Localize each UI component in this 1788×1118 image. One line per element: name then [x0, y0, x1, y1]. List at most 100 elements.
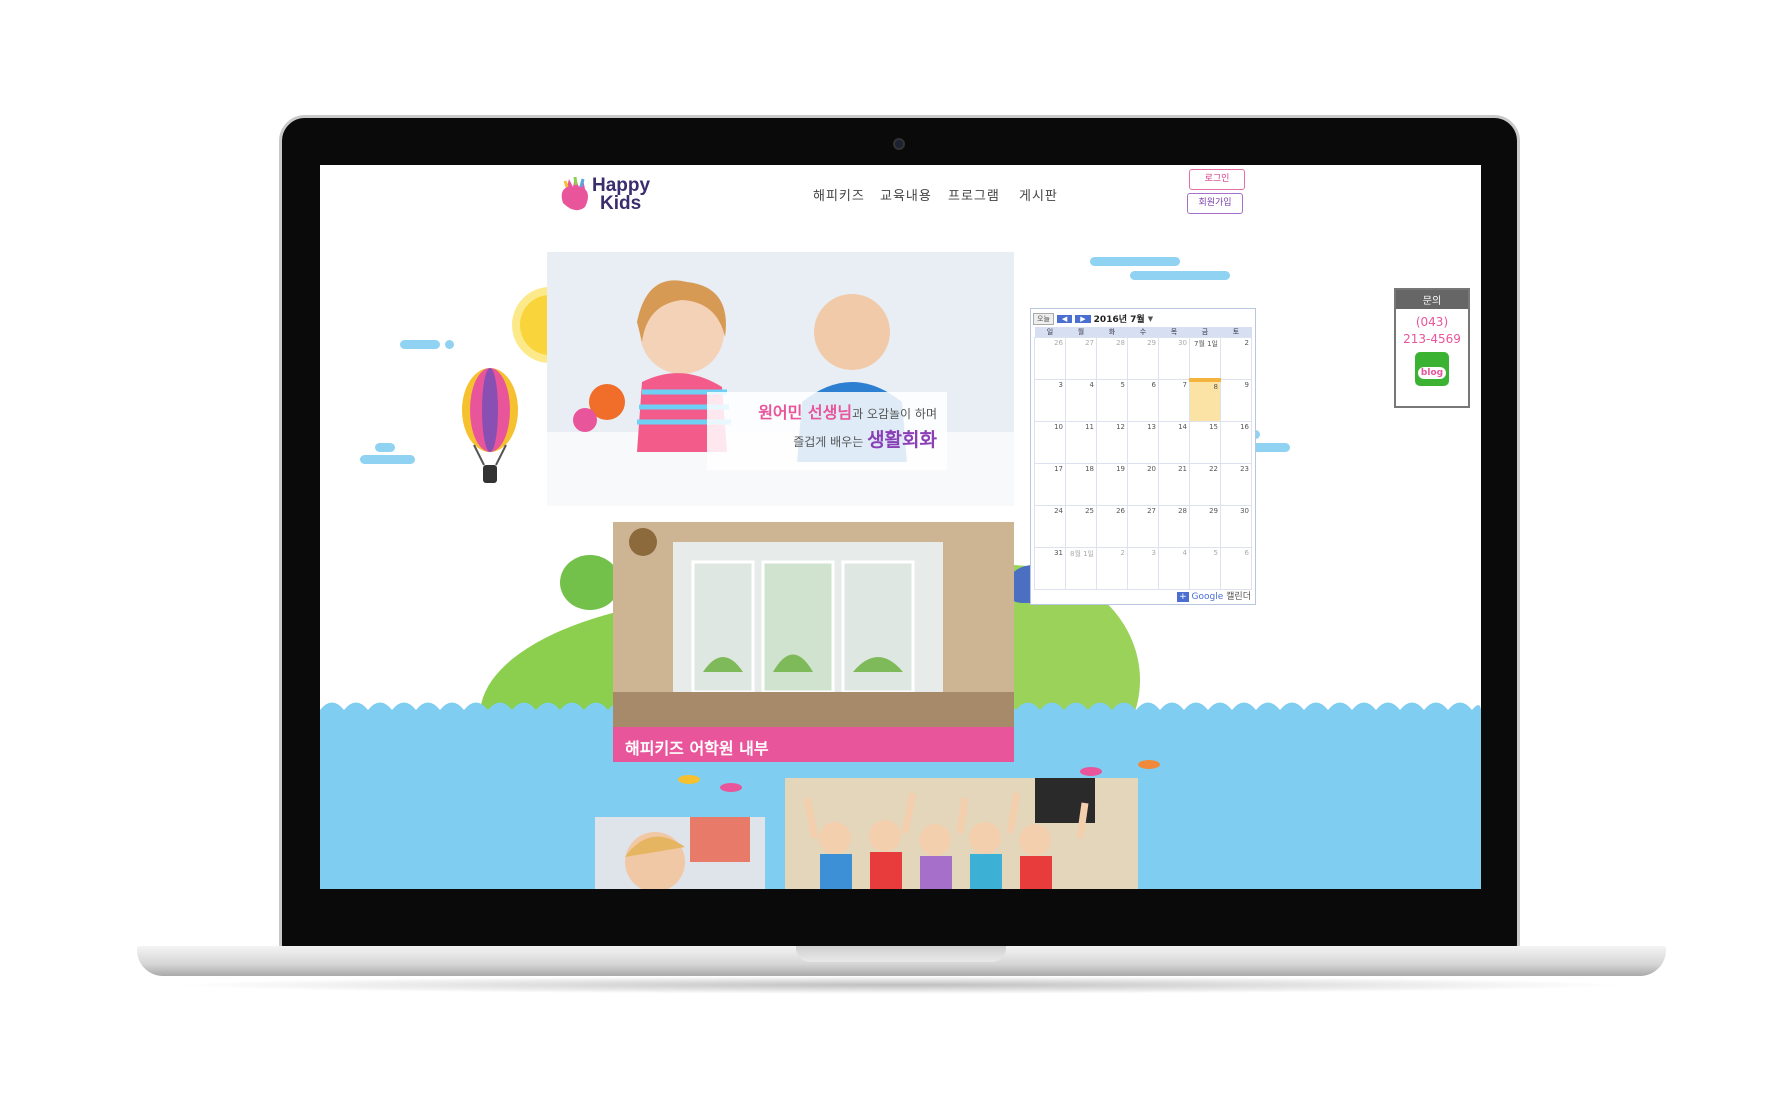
phone-line1: (043)	[1415, 315, 1449, 329]
calendar-day-cell[interactable]: 12	[1096, 421, 1128, 464]
calendar-week-row: 3456789	[1034, 377, 1252, 422]
calendar-day-cell[interactable]: 15	[1189, 421, 1221, 464]
login-button[interactable]: 로그인	[1189, 169, 1245, 190]
calendar-label: 캘린더	[1226, 592, 1251, 602]
google-calendar-widget[interactable]: 오늘 ◀ ▶ 2016년 7월 ▼ 일월화수목금토 26 27 28 29 30 7월 1…	[1030, 308, 1256, 605]
calendar-day-cell[interactable]: 6	[1127, 379, 1159, 422]
calendar-day-cell[interactable]: 29	[1189, 505, 1221, 548]
website-screen: Happy Kids 해피키즈 교육내용 프로그램 게시판 로그인 회원가입 원…	[320, 165, 1481, 889]
interior-caption: 해피키즈 어학원 내부	[613, 727, 1014, 762]
calendar-day-cell[interactable]: 18	[1065, 463, 1097, 506]
calendar-day-cell[interactable]: 9	[1220, 379, 1252, 422]
fish-decoration	[1080, 767, 1102, 776]
calendar-day-cell[interactable]: 17	[1034, 463, 1066, 506]
cloud-decoration	[445, 340, 454, 349]
calendar-day-cell[interactable]: 13	[1127, 421, 1159, 464]
calendar-day-cell[interactable]: 7월 1일	[1189, 337, 1221, 380]
hero-line2-text: 즐겁게 배우는	[793, 435, 864, 449]
calendar-day-cell[interactable]: 8월 1일	[1065, 547, 1097, 590]
hero-line1-highlight: 원어민 선생님	[758, 403, 853, 422]
calendar-month-label[interactable]: 2016년 7월	[1094, 312, 1145, 325]
camera-icon	[893, 138, 905, 150]
google-label: Google	[1191, 592, 1224, 602]
brand-name[interactable]: Happy Kids	[592, 176, 650, 214]
calendar-day-cell[interactable]: 14	[1158, 421, 1190, 464]
hero-banner[interactable]: 원어민 선생님과 오감놀이 하며 즐겁게 배우는 생활회화	[547, 252, 1014, 506]
academy-interior-photo[interactable]	[613, 522, 1014, 762]
calendar-day-cell[interactable]: 7	[1158, 379, 1190, 422]
calendar-prev-button[interactable]: ◀	[1056, 314, 1073, 323]
plus-icon: +	[1177, 592, 1189, 602]
nav-item-education[interactable]: 교육내용	[880, 185, 932, 204]
calendar-weekday: 화	[1096, 327, 1128, 338]
child-image	[625, 817, 750, 889]
cloud-decoration	[400, 340, 440, 349]
calendar-weekday: 수	[1127, 327, 1159, 338]
calendar-day-cell[interactable]: 23	[1220, 463, 1252, 506]
calendar-day-cell[interactable]: 4	[1158, 547, 1190, 590]
calendar-day-cell[interactable]: 16	[1220, 421, 1252, 464]
calendar-week-row: 17 18 19 20 21 22 23	[1034, 463, 1252, 506]
interior-image	[613, 522, 1014, 762]
calendar-day-cell[interactable]: 25	[1065, 505, 1097, 548]
calendar-week-row: 10 11 12 13 14 15 16	[1034, 421, 1252, 464]
calendar-day-cell[interactable]: 31	[1034, 547, 1066, 590]
calendar-day-cell[interactable]: 5	[1189, 547, 1221, 590]
classroom-image	[785, 778, 1138, 889]
google-calendar-footer[interactable]: + Google 캘린더	[1177, 589, 1251, 602]
calendar-weekday: 금	[1189, 327, 1221, 338]
calendar-day-cell[interactable]: 27	[1127, 505, 1159, 548]
calendar-day-cell[interactable]: 19	[1096, 463, 1128, 506]
calendar-day-cell[interactable]: 4	[1065, 379, 1097, 422]
calendar-day-cell[interactable]: 3	[1127, 547, 1159, 590]
hero-line2-highlight: 생활회화	[867, 429, 937, 451]
calendar-day-cell[interactable]: 8	[1189, 377, 1221, 422]
calendar-day-cell[interactable]: 5	[1096, 379, 1128, 422]
calendar-day-cell[interactable]: 28	[1096, 337, 1128, 380]
calendar-day-cell[interactable]: 26	[1096, 505, 1128, 548]
hero-caption: 원어민 선생님과 오감놀이 하며 즐겁게 배우는 생활회화	[707, 392, 947, 470]
calendar-grid: 일월화수목금토 26 27 28 29 30 7월 1일 2 3 4 5 6 7 8 9 10 11 12 13 1…	[1034, 327, 1252, 590]
fish-decoration	[720, 783, 742, 792]
nav-item-program[interactable]: 프로그램	[948, 185, 1000, 204]
blog-icon[interactable]: blog	[1415, 352, 1449, 386]
calendar-weekday: 월	[1065, 327, 1097, 338]
calendar-day-cell[interactable]: 30	[1220, 505, 1252, 548]
calendar-next-button[interactable]: ▶	[1075, 314, 1091, 323]
calendar-day-cell[interactable]: 27	[1065, 337, 1097, 380]
calendar-day-cell[interactable]: 20	[1127, 463, 1159, 506]
calendar-day-cell[interactable]: 26	[1034, 337, 1066, 380]
signup-button[interactable]: 회원가입	[1187, 193, 1243, 214]
fish-decoration	[678, 775, 700, 784]
calendar-day-cell[interactable]: 2	[1096, 547, 1128, 590]
inquiry-box: 문의 (043) 213-4569 blog	[1394, 288, 1470, 408]
calendar-today-button[interactable]: 오늘	[1033, 312, 1054, 325]
calendar-day-cell[interactable]: 24	[1034, 505, 1066, 548]
calendar-weekday: 일	[1034, 327, 1066, 338]
classroom-photo[interactable]	[785, 778, 1138, 889]
child-photo[interactable]	[595, 817, 765, 889]
calendar-day-cell[interactable]: 2	[1220, 337, 1252, 380]
calendar-day-cell[interactable]: 21	[1158, 463, 1190, 506]
calendar-day-cell[interactable]: 30	[1158, 337, 1190, 380]
cloud-decoration	[1130, 271, 1230, 280]
inquiry-title: 문의	[1396, 290, 1468, 309]
calendar-weekday: 토	[1220, 327, 1252, 338]
laptop-notch	[796, 946, 1006, 962]
calendar-day-cell[interactable]: 29	[1127, 337, 1159, 380]
calendar-day-cell[interactable]: 3	[1034, 379, 1066, 422]
nav-item-happykids[interactable]: 해피키즈	[813, 185, 865, 204]
calendar-day-cell[interactable]: 10	[1034, 421, 1066, 464]
nav-item-board[interactable]: 게시판	[1019, 185, 1058, 204]
cloud-decoration	[1090, 257, 1180, 266]
calendar-week-row: 31 8월 1일 2 3 4 5 6	[1034, 547, 1252, 590]
chevron-down-icon[interactable]: ▼	[1148, 315, 1153, 323]
cloud-decoration	[360, 455, 415, 464]
calendar-day-cell[interactable]: 28	[1158, 505, 1190, 548]
calendar-day-cell[interactable]: 6	[1220, 547, 1252, 590]
phone-line2: 213-4569	[1403, 332, 1461, 346]
cloud-decoration	[375, 443, 395, 452]
calendar-day-cell[interactable]: 11	[1065, 421, 1097, 464]
brand-line2: Kids	[600, 193, 642, 214]
calendar-day-cell[interactable]: 22	[1189, 463, 1221, 506]
